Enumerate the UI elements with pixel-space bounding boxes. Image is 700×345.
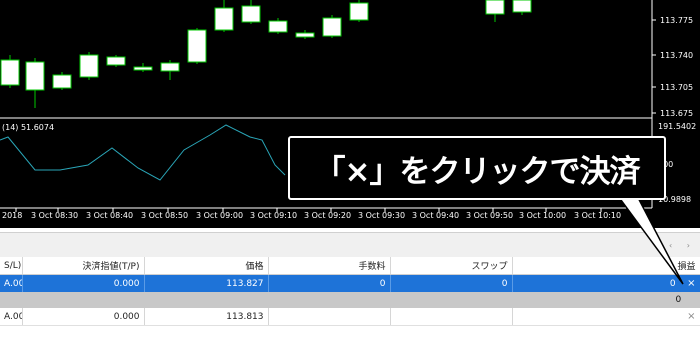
candle-body	[187, 29, 207, 63]
close-position-icon[interactable]: ×	[687, 278, 695, 289]
cell-sl: A.000	[0, 308, 23, 326]
candle-body	[322, 17, 342, 37]
candle-body	[133, 66, 153, 71]
time-tick-label: 3 Oct 09:50	[466, 211, 513, 220]
time-tick-label: 2018	[2, 211, 22, 220]
time-tick-label: 3 Oct 09:00	[196, 211, 243, 220]
candle-body	[485, 0, 505, 15]
time-tick-label: 3 Oct 10:10	[574, 211, 621, 220]
cell-tp: 0.000	[22, 274, 145, 292]
time-tick-label: 3 Oct 09:30	[358, 211, 405, 220]
candle-body	[52, 74, 72, 89]
summary-profit-value: 0	[675, 295, 682, 305]
annotation-callout: 「×」をクリックで決済	[288, 136, 666, 200]
time-tick-label: 3 Oct 09:20	[304, 211, 351, 220]
time-tick-label: 3 Oct 09:40	[412, 211, 459, 220]
table-row[interactable]: A.000 0.000 113.827 0 0 0 ×	[0, 274, 700, 292]
table-row[interactable]: A.000 0.000 113.813 ×	[0, 308, 700, 326]
indicator-tick-label: 191.5402	[658, 122, 696, 131]
close-order-icon[interactable]: ×	[687, 311, 695, 322]
cell-price: 113.827	[144, 274, 269, 292]
callout-text: 「×」をクリックで決済	[314, 153, 641, 190]
scroll-arrows-icon[interactable]: ‹ ›	[669, 241, 696, 250]
col-swap-header[interactable]: スワップ	[390, 257, 513, 275]
candle-body	[214, 7, 234, 31]
candle-body	[0, 59, 20, 86]
cell-profit: 0 ×	[512, 274, 700, 292]
table-header-row: S/L) 決済指値(T/P) 価格 手数料 スワップ 損益	[0, 257, 700, 275]
cell-tp: 0.000	[22, 308, 145, 326]
candle-body	[160, 62, 180, 72]
cell-price: 113.813	[144, 308, 269, 326]
time-tick-label: 3 Oct 08:30	[31, 211, 78, 220]
time-tick-label: 3 Oct 08:50	[141, 211, 188, 220]
profit-value: 0	[669, 279, 676, 289]
candle-body	[349, 2, 369, 21]
col-commission-header[interactable]: 手数料	[268, 257, 391, 275]
candle-body	[106, 56, 126, 66]
candle-body	[512, 0, 532, 13]
candle-body	[241, 5, 261, 23]
price-tick-label: 113.740	[660, 51, 693, 60]
summary-profit: 0	[512, 292, 700, 308]
cell-swap: 0	[390, 274, 513, 292]
candle-body	[268, 20, 288, 33]
candle-body	[79, 54, 99, 78]
price-tick-label: 113.775	[660, 16, 693, 25]
candle-body	[295, 32, 315, 38]
cell-sl: A.000	[0, 274, 23, 292]
indicator-label: (14) 51.6074	[2, 123, 54, 132]
indicator-line	[0, 124, 286, 181]
summary-row: 0	[0, 292, 700, 308]
col-sl-header[interactable]: S/L)	[0, 257, 23, 275]
candle-body	[25, 61, 45, 91]
time-tick-label: 3 Oct 09:10	[250, 211, 297, 220]
time-tick-label: 3 Oct 08:40	[86, 211, 133, 220]
terminal-scroll-bar[interactable]: ‹ ›	[0, 232, 700, 257]
col-tp-header[interactable]: 決済指値(T/P)	[22, 257, 145, 275]
time-tick-label: 3 Oct 10:00	[519, 211, 566, 220]
price-tick-label: 113.705	[660, 83, 693, 92]
col-profit-header[interactable]: 損益	[512, 257, 700, 275]
cell-commission: 0	[268, 274, 391, 292]
cell-close: ×	[512, 308, 700, 326]
col-price-header[interactable]: 価格	[144, 257, 269, 275]
terminal-panel: ‹ › S/L) 決済指値(T/P) 価格 手数料 スワップ 損益 A.000 …	[0, 228, 700, 345]
price-tick-label: 113.675	[660, 109, 693, 118]
positions-table: S/L) 決済指値(T/P) 価格 手数料 スワップ 損益 A.000 0.00…	[0, 257, 700, 326]
